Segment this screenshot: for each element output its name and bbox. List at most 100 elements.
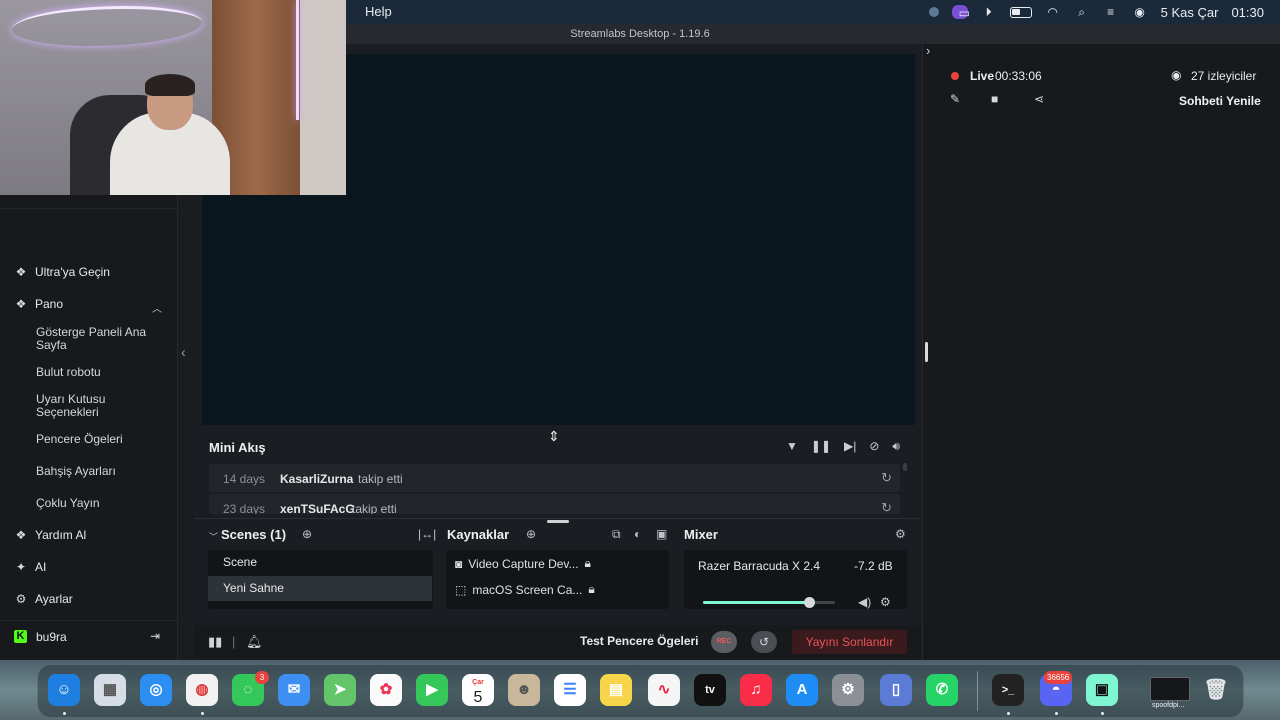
wifi-icon[interactable]: ◠	[1045, 5, 1061, 19]
music-icon[interactable]: ♫	[740, 674, 772, 706]
sidebar-subitem-multistream[interactable]: Çoklu Yayın	[36, 497, 166, 510]
logout-icon[interactable]: ⇥	[150, 629, 160, 643]
replay-alert-icon[interactable]: ↻	[881, 500, 892, 514]
webcam-hair	[145, 74, 195, 96]
add-folder-icon[interactable]: ▣	[656, 527, 667, 541]
record-button[interactable]: REC	[711, 631, 737, 653]
reminders-icon[interactable]: ☰	[554, 674, 586, 706]
volume-slider[interactable]	[703, 597, 835, 608]
calendar-icon[interactable]: Çar 5	[462, 674, 494, 706]
live-time: 00:33:06	[995, 69, 1042, 83]
maps-icon[interactable]: ➤	[324, 674, 356, 706]
search-icon[interactable]: ⌕	[1074, 5, 1090, 19]
chrome-icon[interactable]: ◍	[186, 674, 218, 706]
sidebar-item-settings[interactable]: ⚙ Ayarlar	[14, 592, 73, 606]
sidebar-subitem-widgets[interactable]: Pencere Ögeleri	[36, 433, 166, 446]
freeform-icon[interactable]: ∿	[648, 674, 680, 706]
add-scene-icon[interactable]: ⊕	[302, 527, 312, 541]
refresh-chat-button[interactable]: Sohbeti Yenile	[1179, 94, 1261, 108]
source-filter-icon[interactable]: ◐	[634, 527, 641, 541]
trash-icon[interactable]: 🗑︎	[1200, 674, 1232, 706]
menubar-date[interactable]: 5 Kas Çar	[1161, 5, 1219, 20]
replay-buffer-icon[interactable]: ↺	[751, 631, 777, 653]
chat-resize-grip[interactable]	[925, 342, 928, 362]
panel-resize-grip[interactable]	[547, 520, 569, 523]
skip-icon[interactable]: ▶|	[844, 439, 856, 454]
notes-icon[interactable]: ▤	[600, 674, 632, 706]
screen-source-icon: ⬚	[455, 582, 467, 597]
user-name[interactable]: bu9ra	[36, 630, 67, 644]
share-icon[interactable]: ⋖	[1034, 92, 1044, 106]
resize-handle-icon[interactable]: ⇕	[548, 428, 560, 445]
sidebar-subitem-dashboard-home[interactable]: Gösterge Paneli Ana Sayfa	[36, 326, 166, 352]
test-widgets-button[interactable]: Test Pencere Ögeleri	[580, 634, 699, 648]
mail-icon[interactable]: ✉	[278, 674, 310, 706]
scene-transitions-icon[interactable]: |↔|	[418, 527, 436, 541]
miniflow-controls: ▼ ❚❚ ▶| ⊘ 🔊︎	[786, 439, 900, 454]
scene-item-selected[interactable]: Yeni Sahne	[208, 576, 432, 601]
siri-icon[interactable]: ◉	[1132, 5, 1148, 19]
sidebar-subitem-cloudbot[interactable]: Bulut robotu	[36, 366, 166, 379]
finder-icon[interactable]: ☺	[48, 674, 80, 706]
streamlabs-icon[interactable]: ▣	[1086, 674, 1118, 706]
launchpad-icon[interactable]: ▦	[94, 674, 126, 706]
add-source-icon[interactable]: ⊕	[526, 527, 536, 541]
edit-stream-icon[interactable]: ✎	[950, 92, 960, 106]
stats-icon[interactable]: ▮▮	[208, 634, 222, 650]
dashboard-icon: ❖	[15, 297, 27, 311]
mute-alerts-icon[interactable]: ⊘	[869, 439, 879, 454]
pause-icon[interactable]: ❚❚	[811, 439, 831, 454]
photos-icon[interactable]: ✿	[370, 674, 402, 706]
simulator-icon[interactable]: ▯	[880, 674, 912, 706]
sidebar-item-pano[interactable]: ❖ Pano	[14, 297, 63, 311]
facetime-icon[interactable]: ▶	[416, 674, 448, 706]
mixer-settings-icon[interactable]: ⚙	[895, 527, 906, 541]
menubar-time[interactable]: 01:30	[1231, 5, 1264, 20]
event-user: KasarliZurna	[280, 472, 354, 486]
source-item[interactable]: ⬚ macOS Screen Ca... 🔒︎	[455, 582, 595, 597]
lock-icon[interactable]: 🔒︎	[585, 556, 591, 571]
gear-icon: ⚙	[15, 592, 27, 606]
device-settings-icon[interactable]: ⚙	[880, 595, 891, 609]
screen-record-icon[interactable]: ▭	[951, 5, 970, 20]
contacts-icon[interactable]: ☻	[508, 674, 540, 706]
sidebar-subitem-alertbox[interactable]: Uyarı Kutusu Seçenekleri	[36, 393, 166, 419]
neon-strip	[296, 0, 299, 120]
replay-alert-icon[interactable]: ↻	[881, 470, 892, 486]
sidebar-item-help[interactable]: ❖ Yardım Al	[14, 528, 87, 542]
app-store-icon[interactable]: A	[786, 674, 818, 706]
collapse-sidebar-icon[interactable]: ‹	[181, 344, 186, 360]
control-center-icon[interactable]: ≡	[1103, 5, 1119, 19]
lock-icon[interactable]: 🔒︎	[588, 582, 594, 597]
volume-slider-fill	[703, 601, 809, 604]
chevron-up-icon[interactable]: ︿	[152, 300, 162, 315]
source-device-icon[interactable]: ⧉	[612, 527, 621, 542]
filter-icon[interactable]: ▼	[786, 439, 798, 454]
chevron-right-icon[interactable]: ›	[926, 43, 930, 58]
scene-item[interactable]: Scene	[208, 550, 432, 575]
status-dot-icon[interactable]	[928, 7, 939, 17]
end-stream-button[interactable]: Yayını Sonlandır	[792, 630, 907, 654]
speaker-icon[interactable]: ◀)	[858, 595, 871, 609]
appletv-icon[interactable]: tv	[694, 674, 726, 706]
source-item[interactable]: ◙ Video Capture Dev... 🔒︎	[455, 556, 591, 571]
miniflow-scrollbar[interactable]	[903, 463, 907, 471]
whatsapp-icon[interactable]: ✆	[926, 674, 958, 706]
safari-icon[interactable]: ◎	[140, 674, 172, 706]
menu-help[interactable]: Help	[365, 4, 392, 19]
sidebar-subitem-tip-settings[interactable]: Bahşiş Ayarları	[36, 465, 166, 478]
chevron-down-icon[interactable]: ﹀	[209, 530, 218, 543]
system-settings-icon[interactable]: ⚙	[832, 674, 864, 706]
sidebar-item-label: Pano	[35, 297, 64, 311]
notifications-bell-icon[interactable]: 🔔︎	[246, 634, 263, 650]
spoofdpi-window-thumbnail[interactable]	[1150, 677, 1190, 701]
sidebar-item-ultra[interactable]: ❖ Ultra'ya Geçin	[14, 265, 110, 279]
sidebar-item-ai[interactable]: ✦ AI	[14, 560, 46, 574]
volume-icon[interactable]: 🔊︎	[892, 439, 900, 454]
calendar-day: 5	[473, 689, 483, 706]
battery-icon[interactable]	[1009, 6, 1032, 18]
terminal-icon[interactable]: >_	[992, 674, 1024, 706]
play-circle-icon[interactable]: ⏵	[981, 5, 997, 19]
volume-slider-knob[interactable]	[803, 597, 815, 608]
camera-icon[interactable]: ■	[991, 92, 998, 106]
